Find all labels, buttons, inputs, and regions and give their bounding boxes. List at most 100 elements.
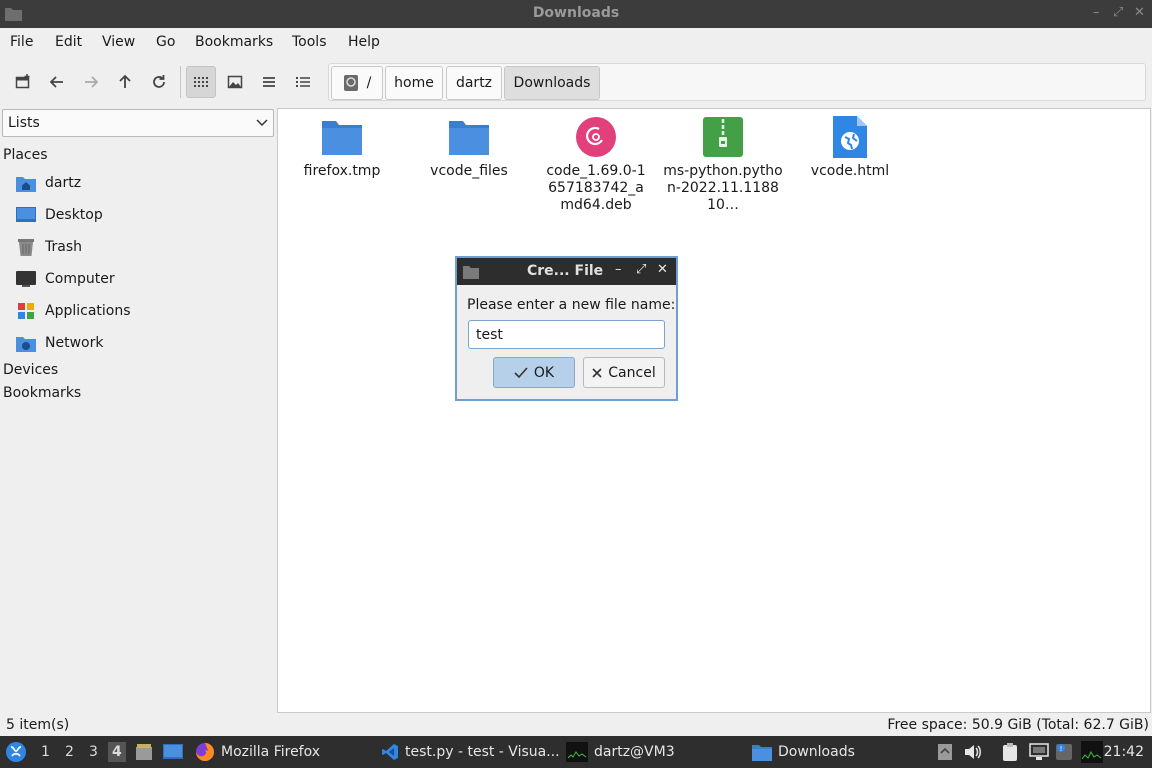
folder-icon xyxy=(463,266,479,279)
file-name: vcode_files xyxy=(430,163,508,179)
list-compact-icon xyxy=(263,77,275,87)
sidebar-item-trash[interactable]: Trash xyxy=(16,235,82,259)
cancel-button[interactable]: Cancel xyxy=(583,357,665,388)
applications-icon xyxy=(18,303,34,319)
ok-button-label: OK xyxy=(533,364,555,381)
file-name: firefox.tmp xyxy=(303,163,381,179)
sidebar-item-network[interactable]: Network xyxy=(16,331,103,355)
task-vscode[interactable]: test.py - test - Visua... xyxy=(381,741,560,763)
reload-button[interactable] xyxy=(144,66,174,98)
close-icon[interactable]: ✕ xyxy=(657,262,668,277)
sidebar-item-applications[interactable]: Applications xyxy=(16,299,131,323)
svg-text:!: ! xyxy=(1060,745,1063,753)
folder-icon xyxy=(449,121,489,155)
breadcrumb-home[interactable]: home xyxy=(385,66,443,100)
file-manager-launcher-icon[interactable] xyxy=(135,743,153,761)
sidebar-item-desktop[interactable]: Desktop xyxy=(16,203,103,227)
minimize-icon[interactable]: – xyxy=(615,262,622,277)
window-titlebar: Downloads – ⤢ ✕ xyxy=(0,0,1152,28)
menu-edit[interactable]: Edit xyxy=(55,34,82,50)
grid-icon xyxy=(194,77,208,87)
sidebar-item-label: dartz xyxy=(45,175,82,191)
breadcrumb-dartz[interactable]: dartz xyxy=(446,66,502,100)
computer-icon xyxy=(16,271,36,287)
sidebar-item-label: Trash xyxy=(45,239,82,255)
updates-icon[interactable] xyxy=(937,743,953,761)
task-firefox[interactable]: Mozilla Firefox xyxy=(195,741,320,763)
start-menu-icon[interactable] xyxy=(5,741,27,763)
volume-icon[interactable] xyxy=(964,743,982,761)
file-item[interactable]: code_1.69.0-1657183742_amd64.deb xyxy=(532,115,660,214)
new-tab-icon xyxy=(15,74,30,89)
menu-tools[interactable]: Tools xyxy=(292,34,327,50)
drive-icon xyxy=(343,75,358,91)
task-label: Mozilla Firefox xyxy=(221,744,321,760)
cancel-button-label: Cancel xyxy=(608,364,656,381)
image-icon xyxy=(227,75,243,89)
workspace-1[interactable]: 1 xyxy=(41,744,50,760)
file-name-input[interactable] xyxy=(468,320,665,349)
places-header: Places xyxy=(3,147,48,163)
clock: 21:42 xyxy=(1103,744,1144,760)
home-folder-icon xyxy=(16,177,36,192)
arrow-right-icon xyxy=(85,76,99,88)
workspace-3[interactable]: 3 xyxy=(89,744,98,760)
vscode-icon xyxy=(382,744,398,760)
sidebar-item-computer[interactable]: Computer xyxy=(16,267,115,291)
checkmark-icon xyxy=(514,366,528,378)
ok-button[interactable]: OK xyxy=(493,357,575,388)
compact-view-button[interactable] xyxy=(254,66,284,98)
workspace-2[interactable]: 2 xyxy=(65,744,74,760)
back-button[interactable] xyxy=(42,66,72,98)
task-terminal[interactable]: dartz@VM3 xyxy=(566,741,675,763)
maximize-icon[interactable]: ⤢ xyxy=(1113,5,1123,20)
chevron-down-icon xyxy=(256,119,268,127)
window-title: Downloads xyxy=(532,5,620,21)
dialog-titlebar[interactable]: Cre... File – ⤢ ✕ xyxy=(457,258,676,285)
forward-button[interactable] xyxy=(76,66,106,98)
taskbar: 1 2 3 4 Mozilla Firefox test.py - test -… xyxy=(0,736,1152,768)
task-label: dartz@VM3 xyxy=(594,744,675,760)
breadcrumb-downloads[interactable]: Downloads xyxy=(504,66,600,100)
create-file-dialog: Cre... File – ⤢ ✕ Please enter a new fil… xyxy=(455,256,678,401)
breadcrumb-root-label: / xyxy=(366,75,372,91)
file-view[interactable]: firefox.tmp vcode_files code_1.69.0-1657… xyxy=(277,108,1151,713)
new-tab-button[interactable] xyxy=(8,66,38,98)
file-item[interactable]: ms-python.python-2022.11.118810… xyxy=(659,115,787,214)
devices-header[interactable]: Devices xyxy=(3,362,58,378)
menu-view[interactable]: View xyxy=(102,34,135,50)
sidebar-item-dartz[interactable]: dartz xyxy=(16,171,81,195)
debian-package-icon xyxy=(576,117,616,157)
workspace-4[interactable]: 4 xyxy=(108,742,126,762)
sidebar-mode-select[interactable]: Lists xyxy=(2,109,274,137)
file-item[interactable]: vcode_files xyxy=(405,115,533,180)
file-item[interactable]: firefox.tmp xyxy=(278,115,406,180)
thumbnail-view-button[interactable] xyxy=(220,66,250,98)
clipboard-icon[interactable] xyxy=(1002,743,1018,761)
icon-view-button[interactable] xyxy=(186,66,216,98)
network-tray-icon[interactable] xyxy=(1029,743,1049,761)
menu-bookmarks[interactable]: Bookmarks xyxy=(195,34,273,50)
file-item[interactable]: vcode.html xyxy=(786,115,914,180)
desktop-launcher-icon[interactable] xyxy=(163,743,183,761)
menu-file[interactable]: File xyxy=(10,34,33,50)
dialog-title: Cre... File xyxy=(527,263,604,279)
arrow-left-icon xyxy=(49,76,63,88)
task-downloads[interactable]: Downloads xyxy=(752,741,855,763)
up-button[interactable] xyxy=(110,66,140,98)
bookmarks-header[interactable]: Bookmarks xyxy=(3,385,81,401)
close-icon[interactable]: ✕ xyxy=(1134,5,1145,20)
breadcrumb: / home dartz Downloads xyxy=(328,63,1146,101)
menu-help[interactable]: Help xyxy=(348,34,380,50)
arrow-up-icon xyxy=(119,74,131,88)
minimize-icon[interactable]: – xyxy=(1093,5,1100,20)
maximize-icon[interactable]: ⤢ xyxy=(636,262,646,277)
close-icon xyxy=(592,367,602,378)
file-name: ms-python.python-2022.11.118810… xyxy=(663,163,783,213)
sidebar-item-label: Computer xyxy=(45,271,115,287)
detailed-list-view-button[interactable] xyxy=(288,66,318,98)
system-monitor-icon[interactable] xyxy=(1081,741,1103,763)
breadcrumb-root[interactable]: / xyxy=(331,66,383,100)
notification-icon[interactable]: ! xyxy=(1055,743,1073,761)
menu-go[interactable]: Go xyxy=(156,34,175,50)
